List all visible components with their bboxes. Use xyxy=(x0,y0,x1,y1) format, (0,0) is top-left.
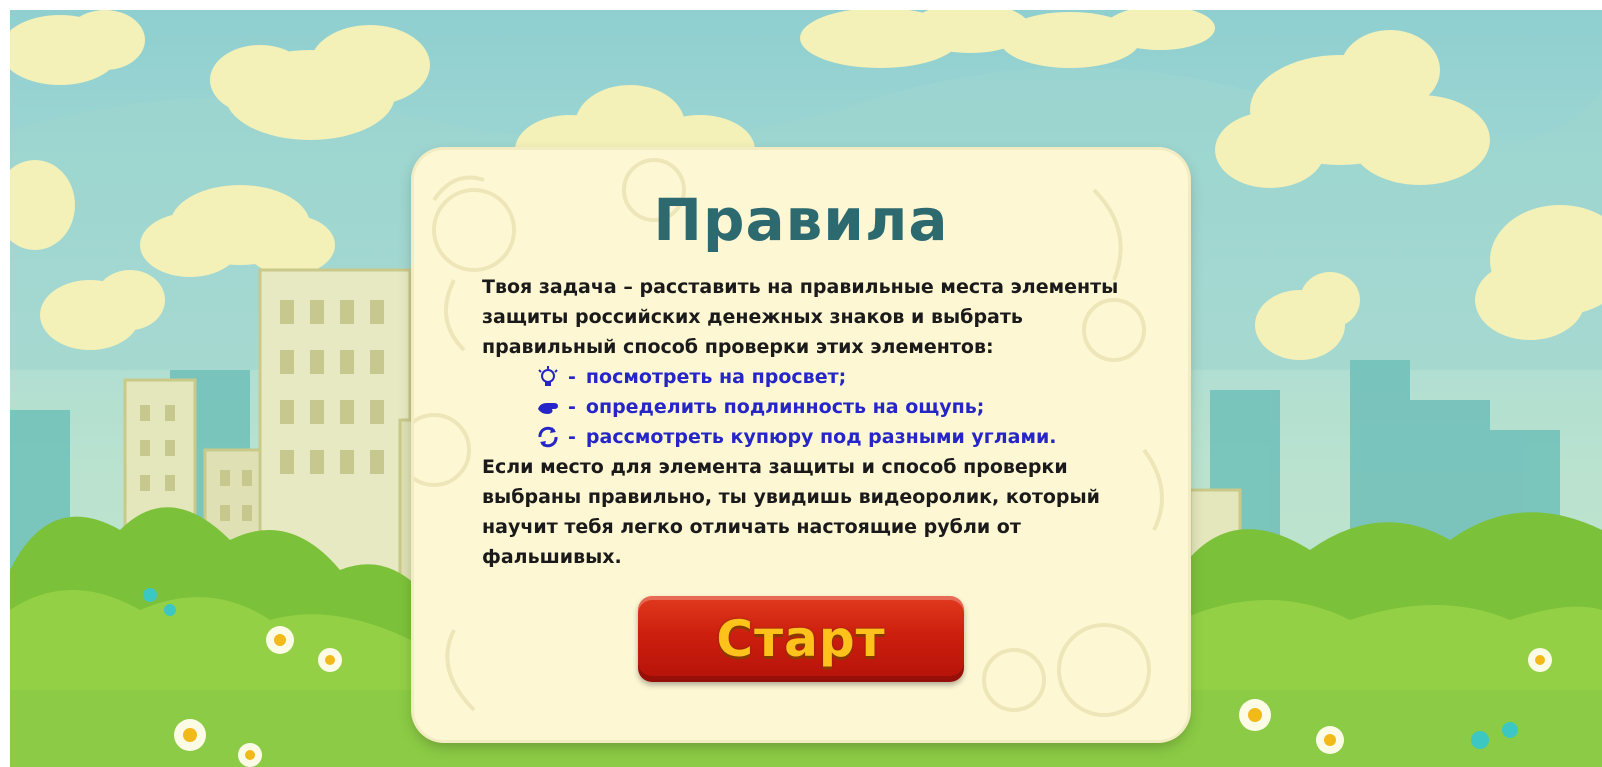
method-text: посмотреть на просвет; xyxy=(585,366,847,388)
rotate-arrows-icon xyxy=(538,426,558,448)
rules-panel: Правила Твоя задача – расставить на прав… xyxy=(414,150,1188,740)
game-scene: Правила Твоя задача – расставить на прав… xyxy=(10,10,1602,767)
method-dash: - xyxy=(568,426,576,448)
method-text: рассмотреть купюру под разными углами. xyxy=(585,426,1057,448)
light-bulb-icon xyxy=(538,366,558,386)
method-text: определить подлинность на ощупь; xyxy=(585,396,985,418)
method-item-light: - посмотреть на просвет; xyxy=(536,362,1136,392)
check-methods-list: - посмотреть на просвет; - определить по… xyxy=(536,362,1136,452)
method-dash: - xyxy=(568,396,576,418)
rules-intro-text: Твоя задача – расставить на правильные м… xyxy=(482,276,1119,358)
method-dash: - xyxy=(568,366,576,388)
method-item-touch: - определить подлинность на ощупь; xyxy=(536,392,1136,422)
start-button[interactable]: Старт xyxy=(638,596,964,682)
start-button-label: Старт xyxy=(716,610,886,668)
method-item-angles: - рассмотреть купюру под разными углами. xyxy=(536,422,1136,452)
hand-touch-icon xyxy=(538,403,558,414)
rules-outro-text: Если место для элемента защиты и способ … xyxy=(482,456,1100,568)
rules-title: Правила xyxy=(653,186,949,254)
